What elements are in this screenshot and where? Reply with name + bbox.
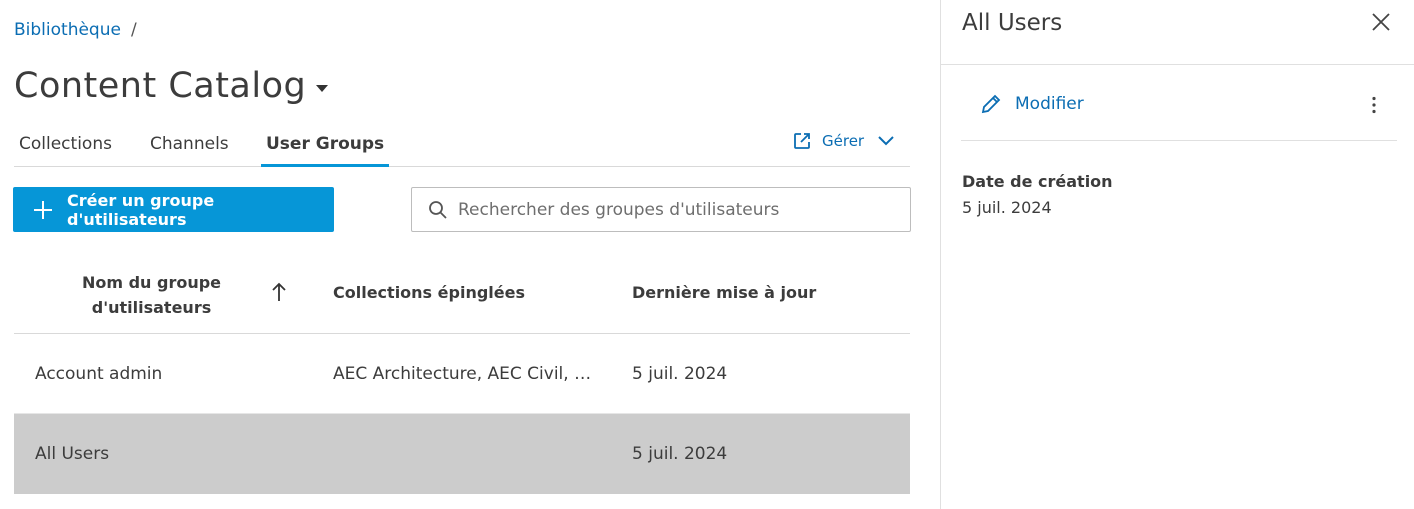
breadcrumb-separator: /	[130, 20, 137, 40]
page-title[interactable]: Content Catalog	[14, 66, 306, 106]
edit-button[interactable]: Modifier	[979, 92, 1084, 116]
column-header-name-line1: Nom du groupe	[81, 273, 222, 292]
manage-label: Gérer	[822, 132, 865, 150]
search-box	[411, 187, 911, 232]
divider	[941, 64, 1414, 65]
plus-icon	[33, 200, 53, 220]
pencil-icon	[979, 92, 1003, 116]
search-input[interactable]	[458, 199, 878, 220]
cell-collections: AEC Architecture, AEC Civil, Pr...	[333, 364, 595, 384]
created-date-label: Date de création	[962, 172, 1113, 191]
tab-channels[interactable]: Channels	[145, 132, 234, 167]
more-options-icon[interactable]	[1371, 96, 1377, 118]
user-groups-table: Nom du groupe d'utilisateurs Collections…	[14, 252, 910, 494]
cell-updated: 5 juil. 2024	[632, 444, 728, 464]
details-panel: All Users Modifier Date de création 5 ju…	[940, 0, 1414, 509]
create-user-group-label: Créer un groupe d'utilisateurs	[67, 190, 215, 229]
breadcrumb-link-library[interactable]: Bibliothèque	[14, 20, 121, 40]
close-icon[interactable]	[1371, 12, 1391, 36]
external-link-icon	[792, 131, 812, 151]
tab-bar: Collections Channels User Groups	[14, 132, 910, 167]
chevron-down-icon	[878, 136, 894, 146]
column-header-collections[interactable]: Collections épinglées	[333, 283, 525, 302]
main-area: Bibliothèque / Content Catalog Collectio…	[0, 0, 940, 509]
table-header: Nom du groupe d'utilisateurs Collections…	[14, 252, 910, 334]
created-date-value: 5 juil. 2024	[962, 198, 1052, 217]
tab-user-groups[interactable]: User Groups	[261, 132, 390, 167]
cell-name: All Users	[35, 444, 110, 464]
search-icon	[428, 200, 448, 220]
sort-ascending-icon[interactable]	[271, 282, 287, 306]
create-user-group-button[interactable]: Créer un groupe d'utilisateurs	[13, 187, 334, 232]
table-row-selected[interactable]: All Users 5 juil. 2024	[14, 414, 910, 494]
edit-label: Modifier	[1015, 94, 1084, 114]
breadcrumb: Bibliothèque /	[14, 20, 137, 40]
catalog-selector[interactable]: Content Catalog	[14, 66, 329, 106]
column-header-name[interactable]: Nom du groupe d'utilisateurs	[64, 270, 239, 320]
cell-name: Account admin	[35, 364, 163, 384]
manage-button[interactable]: Gérer	[792, 131, 894, 151]
tab-collections[interactable]: Collections	[14, 132, 117, 167]
column-header-name-line2: d'utilisateurs	[91, 298, 212, 317]
cell-updated: 5 juil. 2024	[632, 364, 728, 384]
column-header-updated[interactable]: Dernière mise à jour	[632, 283, 816, 302]
caret-down-icon[interactable]	[316, 84, 329, 92]
divider	[961, 140, 1397, 141]
table-row[interactable]: Account admin AEC Architecture, AEC Civi…	[14, 334, 910, 414]
panel-title: All Users	[962, 10, 1063, 36]
